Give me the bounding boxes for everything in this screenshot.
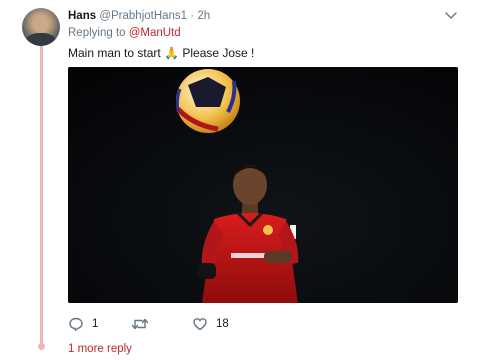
tweet-header: Hans @PrabhjotHans1 · 2h — [68, 9, 210, 23]
author-name[interactable]: Hans — [68, 10, 96, 22]
author-handle[interactable]: @PrabhjotHans1 — [99, 10, 187, 22]
reply-count: 1 — [92, 318, 99, 330]
media-photo — [68, 67, 458, 303]
replying-to: Replying to @ManUtd — [68, 27, 181, 39]
like-action[interactable]: 18 — [192, 316, 229, 332]
header-separator: · — [190, 10, 195, 22]
tweet-media[interactable] — [68, 67, 458, 303]
tweet-text-start: Main man to start — [68, 46, 161, 60]
reply-action[interactable]: 1 — [68, 316, 98, 332]
tweet-actions: 1 18 — [68, 316, 368, 332]
timestamp[interactable]: 2h — [197, 10, 210, 22]
tweet-text-end: Please Jose ! — [182, 46, 255, 60]
praying-hands-emoji: 🙏 — [164, 46, 179, 60]
more-replies-link[interactable]: 1 more reply — [68, 343, 132, 355]
tweet-text: Main man to start 🙏 Please Jose ! — [68, 46, 254, 60]
chevron-down-icon[interactable] — [444, 10, 458, 22]
replying-to-label: Replying to — [68, 27, 126, 39]
retweet-icon[interactable] — [131, 316, 149, 332]
thread-line — [40, 45, 43, 350]
thread-dot — [38, 343, 45, 350]
avatar-face — [34, 15, 48, 33]
avatar-shoulders — [26, 33, 56, 46]
like-count: 18 — [216, 318, 229, 330]
heart-icon[interactable] — [192, 316, 208, 332]
reply-icon[interactable] — [68, 316, 84, 332]
tweet[interactable]: Hans @PrabhjotHans1 · 2h Replying to @Ma… — [0, 0, 480, 360]
retweet-action[interactable] — [131, 316, 157, 332]
replying-to-mention[interactable]: @ManUtd — [129, 27, 181, 39]
football — [175, 69, 240, 133]
avatar[interactable] — [22, 8, 60, 46]
